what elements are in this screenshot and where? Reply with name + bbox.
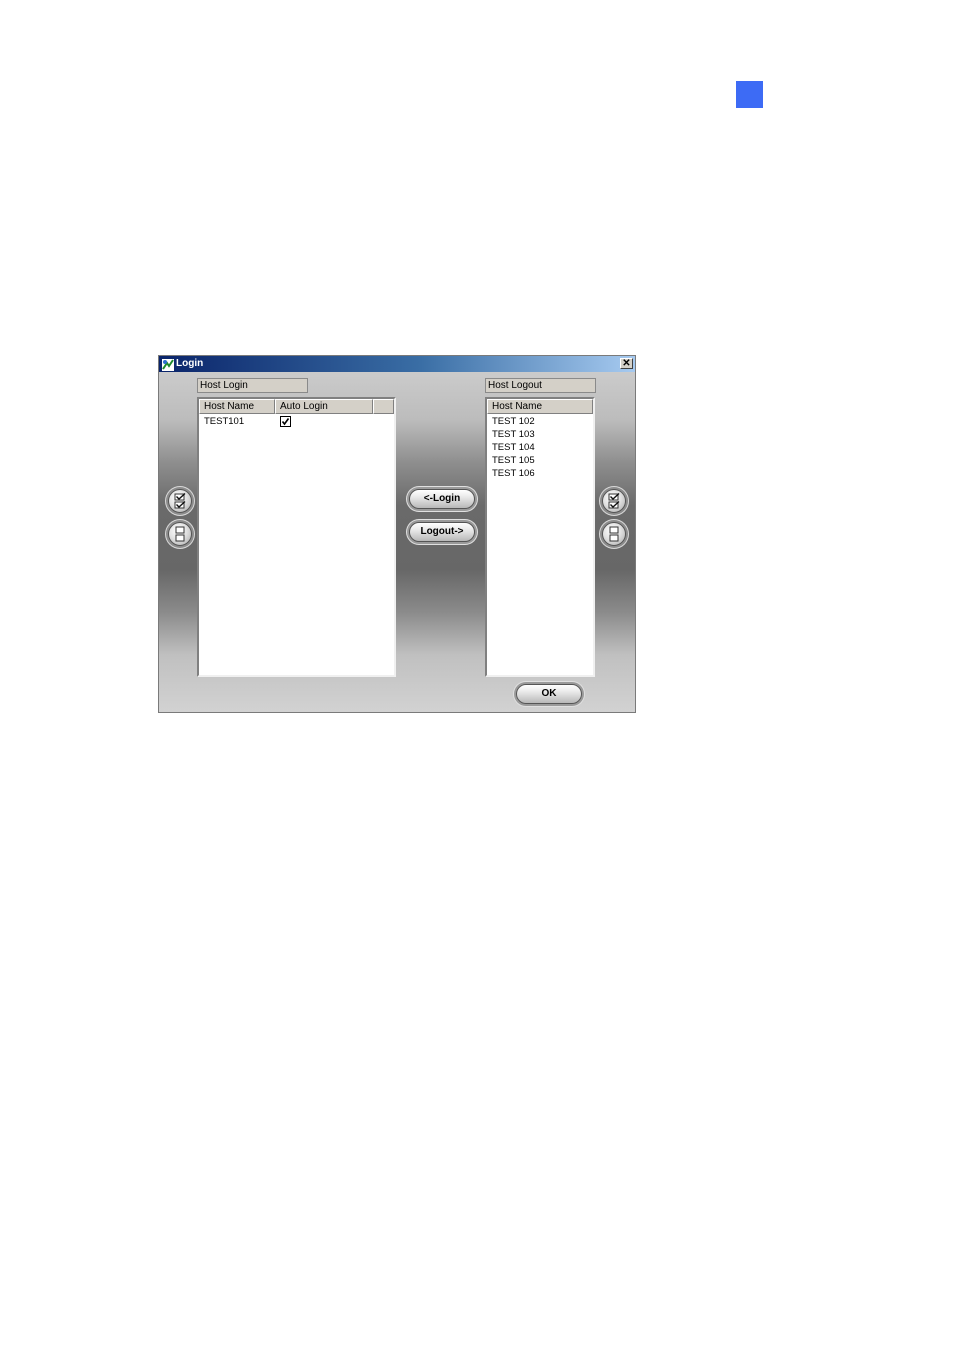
check-all-icon	[608, 493, 620, 509]
clear-all-login-button[interactable]	[168, 522, 192, 546]
title-bar[interactable]: Login ✕	[159, 356, 635, 372]
host-login-label: Host Login	[197, 378, 308, 393]
host-login-row-host[interactable]: TEST101	[204, 415, 244, 428]
host-logout-label: Host Logout	[485, 378, 596, 393]
uncheck-all-icon	[175, 526, 185, 542]
host-logout-row[interactable]: TEST 105	[492, 454, 535, 467]
host-logout-row[interactable]: TEST 102	[492, 415, 535, 428]
window-title: Login	[176, 358, 204, 369]
column-header-auto-login[interactable]: Auto Login	[275, 399, 373, 414]
select-all-login-button[interactable]	[168, 489, 192, 513]
host-logout-row[interactable]: TEST 103	[492, 428, 535, 441]
host-logout-list[interactable]: Host Name TEST 102 TEST 103 TEST 104 TES…	[485, 397, 595, 677]
close-icon: ✕	[622, 358, 631, 369]
page-marker	[736, 81, 763, 108]
host-logout-row[interactable]: TEST 106	[492, 467, 535, 480]
ok-button[interactable]: OK	[516, 684, 582, 704]
host-login-list[interactable]: Host Name Auto Login TEST101	[197, 397, 396, 677]
login-dialog: Login ✕ Host Login Host Name Auto Login …	[158, 355, 636, 713]
checkmark-icon	[281, 418, 290, 426]
logout-button[interactable]: Logout->	[409, 522, 475, 542]
select-all-logout-button[interactable]	[602, 489, 626, 513]
uncheck-all-icon	[609, 526, 619, 542]
login-button[interactable]: <-Login	[409, 489, 475, 509]
column-header-host-name[interactable]: Host Name	[199, 399, 275, 414]
column-header-host-name[interactable]: Host Name	[487, 399, 593, 414]
clear-all-logout-button[interactable]	[602, 522, 626, 546]
app-icon	[162, 358, 174, 371]
column-header-filler	[373, 399, 394, 414]
auto-login-checkbox[interactable]	[280, 416, 291, 427]
close-button[interactable]: ✕	[620, 358, 633, 369]
host-logout-row[interactable]: TEST 104	[492, 441, 535, 454]
check-all-icon	[174, 493, 186, 509]
